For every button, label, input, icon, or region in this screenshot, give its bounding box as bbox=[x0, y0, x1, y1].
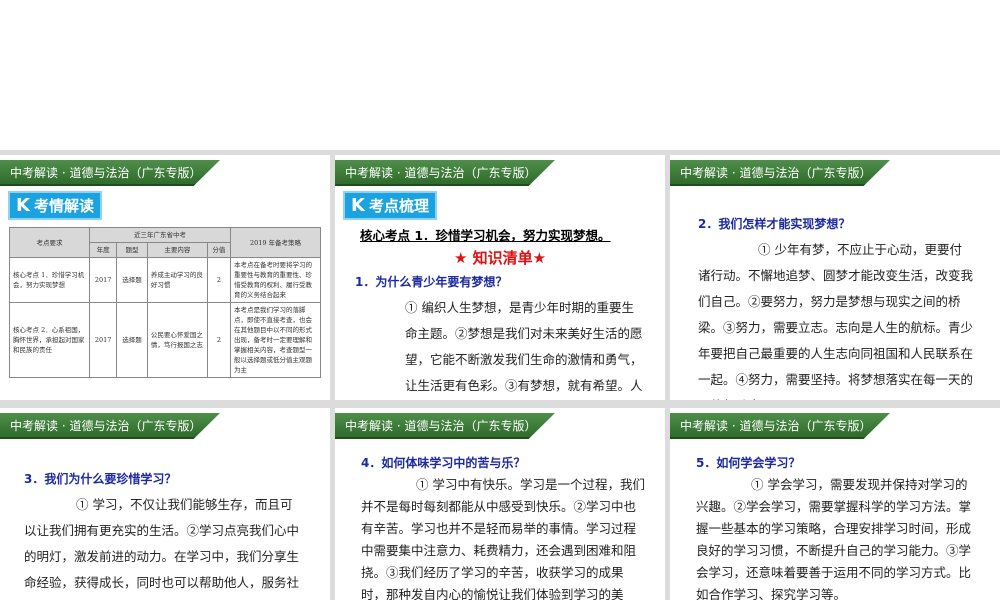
exam-table: 考点要求 近三年广东省中考 2019 年备考策略 年度 题型 主要内容 分值 核心考点 1… bbox=[9, 227, 321, 378]
badge-label: 考点梳理 bbox=[368, 197, 429, 215]
th-req: 考点要求 bbox=[9, 227, 90, 258]
question: 1．为什么青少年要有梦想？ bbox=[355, 275, 508, 289]
answer: ① 学习，不仅让我们能够生存，而且可以让我们拥有更充实的生活。②学习点亮我们心中… bbox=[24, 497, 300, 590]
slide-2[interactable]: 中考解读 · 道德与法治（广东专版） K 考点梳理 核心考点 1．珍惜学习机会，努… bbox=[335, 155, 665, 400]
section-badge: K 考点梳理 bbox=[343, 191, 437, 220]
cell: 核心考点 1．珍惜学习机会，努力实现梦想 bbox=[9, 257, 90, 303]
question: 3．我们为什么要珍惜学习？ bbox=[24, 472, 177, 486]
answer: ① 少年有梦，不应止于心动，更要付诸行动。不懈地追梦、圆梦才能改变生活，改变我们… bbox=[698, 242, 974, 400]
badge-label: 考情解读 bbox=[33, 197, 94, 215]
slide-header: 中考解读 · 道德与法治（广东专版） bbox=[670, 160, 890, 186]
slide-1[interactable]: 中考解读 · 道德与法治（广东专版） K 考情解读 考点要求 近三年广东省中考 201… bbox=[0, 155, 330, 400]
section-badge: K 考情解读 bbox=[8, 191, 102, 220]
k-icon: K bbox=[16, 195, 30, 216]
slide-3[interactable]: 中考解读 · 道德与法治（广东专版） 2．我们怎样才能实现梦想？ ① 少年有梦，… bbox=[670, 155, 1000, 400]
cell: 2017 bbox=[88, 257, 118, 303]
slide-header: 中考解读 · 道德与法治（广东专版） bbox=[335, 160, 555, 186]
answer: ① 编织人生梦想，是青少年时期的重要生命主题。②梦想是我们对未来美好生活的愿望，… bbox=[405, 300, 643, 393]
slide-grid: 中考解读 · 道德与法治（广东专版） K 考情解读 考点要求 近三年广东省中考 201… bbox=[0, 150, 1000, 600]
cell: 本考点是我们学习的落脚点，即使不直接考查，也会在其他题目中以不同的形式出现，备考… bbox=[230, 302, 321, 378]
th-year: 年度 bbox=[88, 242, 118, 258]
slide-5[interactable]: 中考解读 · 道德与法治（广东专版） 4．如何体味学习中的苦与乐？ ① 学习中有… bbox=[335, 408, 665, 600]
slide-header: 中考解读 · 道德与法治（广东专版） bbox=[0, 160, 220, 186]
cell: 2017 bbox=[88, 302, 118, 378]
table-row: 核心考点 2．心系祖国，胸怀世界，承担起对国家和民族的责任 2017 选择题 公民要心… bbox=[9, 302, 321, 378]
answer: ① 学习中有快乐。学习是一个过程，我们并不是每时每刻都能从中感受到快乐。②学习中… bbox=[361, 477, 645, 600]
answer: ① 学会学习，需要发现并保持对学习的兴趣。②学会学习，需要掌握科学的学习方法。掌… bbox=[696, 477, 972, 600]
th-strategy: 2019 年备考策略 bbox=[230, 227, 321, 258]
slide-header: 中考解读 · 道德与法治（广东专版） bbox=[670, 413, 890, 439]
question: 4．如何体味学习中的苦与乐？ bbox=[361, 456, 526, 470]
cell: 本考点在备考时要将学习的重要性与教育的重要性、珍惜受教育的权利、履行受教育的义务… bbox=[230, 257, 321, 303]
th-type: 题型 bbox=[116, 242, 148, 258]
cell: 核心考点 2．心系祖国，胸怀世界，承担起对国家和民族的责任 bbox=[9, 302, 90, 378]
slide-6[interactable]: 中考解读 · 道德与法治（广东专版） 5．如何学会学习？ ① 学会学习，需要发现… bbox=[670, 408, 1000, 600]
th-score: 分值 bbox=[206, 242, 232, 258]
question: 2．我们怎样才能实现梦想？ bbox=[698, 217, 851, 231]
cell: 2 bbox=[206, 302, 232, 378]
cell: 养成主动学习的良好习惯 bbox=[146, 257, 208, 303]
cell: 选择题 bbox=[116, 257, 148, 303]
topic-title: 核心考点 1．珍惜学习机会，努力实现梦想。 bbox=[360, 228, 611, 243]
slide-header: 中考解读 · 道德与法治（广东专版） bbox=[335, 413, 555, 439]
cell: 2 bbox=[206, 257, 232, 303]
slide-4[interactable]: 中考解读 · 道德与法治（广东专版） 3．我们为什么要珍惜学习？ ① 学习，不仅… bbox=[0, 408, 330, 600]
knowledge-list-title: ★ 知识清单★ bbox=[453, 249, 547, 267]
cell: 公民要心怀爱国之情，笃行报国之志 bbox=[146, 302, 208, 378]
k-icon: K bbox=[351, 195, 365, 216]
slide-header: 中考解读 · 道德与法治（广东专版） bbox=[0, 413, 220, 439]
table-row: 核心考点 1．珍惜学习机会，努力实现梦想 2017 选择题 养成主动学习的良好习惯 2 本… bbox=[9, 257, 321, 303]
question: 5．如何学会学习？ bbox=[696, 456, 801, 470]
cell: 选择题 bbox=[116, 302, 148, 378]
th-content: 主要内容 bbox=[146, 242, 208, 258]
th-group: 近三年广东省中考 bbox=[89, 227, 231, 243]
